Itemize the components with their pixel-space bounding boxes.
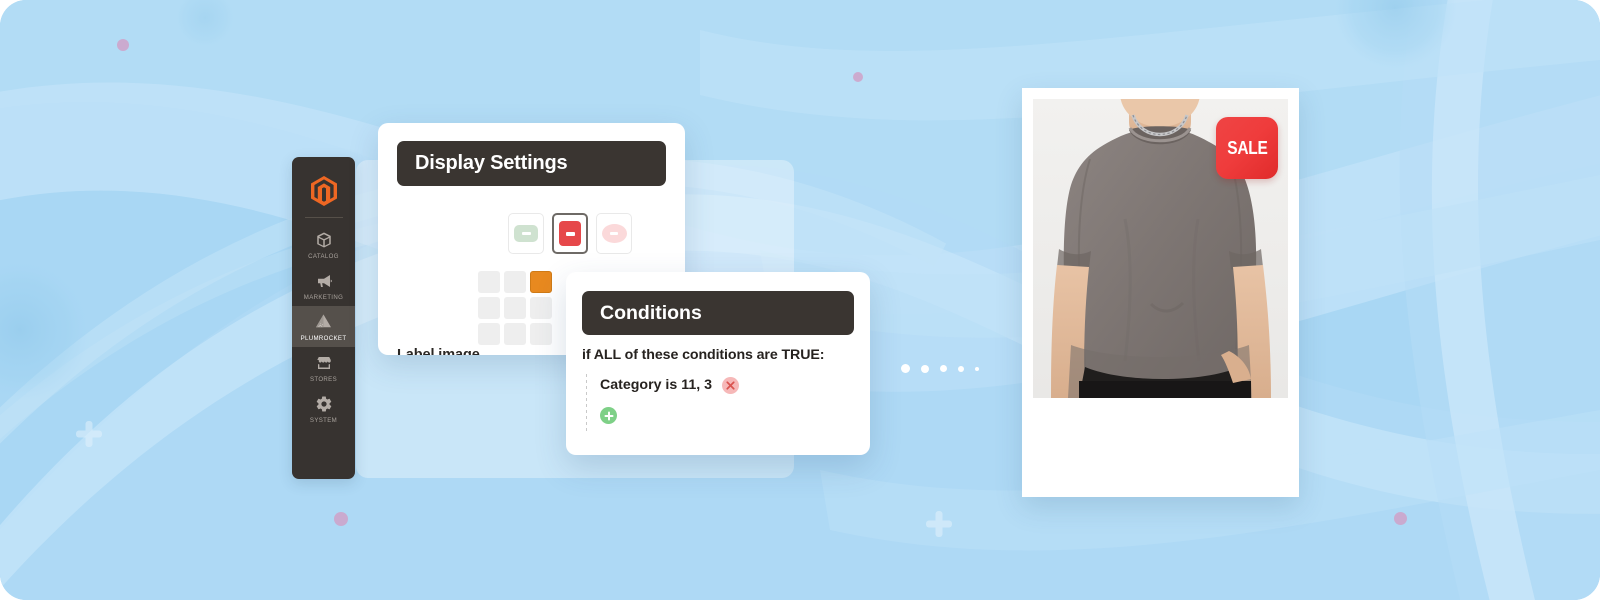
box-icon [314,230,334,250]
sidebar-item-label: SYSTEM [309,417,338,424]
carousel-dot[interactable] [940,365,947,372]
sidebar-item-label: CATALOG [308,253,339,260]
red-rect-label-swatch[interactable] [552,213,588,254]
condition-add-row [584,407,854,424]
gear-icon [314,394,334,414]
position-cell-top-right[interactable] [530,271,552,293]
delete-circle-icon[interactable] [721,376,739,394]
plus-decor-mid [926,511,952,537]
sale-badge: SALE [1216,117,1278,179]
product-photo: SALE [1033,99,1288,398]
red-rect-icon [559,221,581,246]
sidebar-item-stores[interactable]: STORES [292,347,355,388]
pink-dot-bottom-left [334,512,348,526]
position-cell-bottom-center[interactable] [504,323,526,345]
position-cell-bottom-left[interactable] [478,323,500,345]
display-settings-header: Display Settings [397,141,666,186]
sidebar-item-system[interactable]: SYSTEM [292,388,355,429]
green-rounded-rect-label-swatch[interactable] [508,213,544,254]
rocket-icon [314,312,334,332]
position-cell-middle-center[interactable] [504,297,526,319]
position-cell-bottom-right[interactable] [530,323,552,345]
conditions-header: Conditions [582,291,854,335]
pink-ellipse-icon [601,224,627,243]
sidebar-item-label: STORES [309,376,338,383]
conditions-panel: Conditions if ALL of these conditions ar… [566,272,870,455]
position-grid[interactable] [478,271,552,345]
tree-guide-line [586,374,587,432]
position-cell-middle-left[interactable] [478,297,500,319]
magento-admin-sidebar: CATALOG MARKETING PLUMROCKET STORES SYST… [292,157,355,479]
magento-logo[interactable] [292,167,355,215]
pink-ellipse-label-swatch[interactable] [596,213,632,254]
sale-badge-text: SALE [1226,137,1268,158]
sidebar-item-label: MARKETING [303,294,344,301]
carousel-dot[interactable] [901,364,910,373]
conditions-tree: Category is 11, 3 [584,372,854,432]
label-image-swatch-group [508,213,632,254]
conditions-intro-text: if ALL of these conditions are TRUE: [582,347,825,363]
pink-dot-bottom-right [1394,512,1407,525]
green-rounded-rect-icon [514,225,538,242]
sidebar-divider [304,217,343,218]
pink-dot-top-mid [853,72,863,82]
carousel-dot[interactable] [921,364,929,373]
page-stage: CATALOG MARKETING PLUMROCKET STORES SYST… [0,0,1600,600]
plus-decor-left [76,421,102,447]
megaphone-icon [314,271,334,291]
sidebar-item-plumrocket[interactable]: PLUMROCKET [292,306,355,347]
position-cell-top-center[interactable] [504,271,526,293]
store-icon [314,353,334,373]
condition-rule-text[interactable]: Category is 11, 3 [600,377,712,393]
condition-rule-row[interactable]: Category is 11, 3 [584,372,854,398]
carousel-dots[interactable] [901,364,979,373]
pink-dot-top-left [117,39,129,51]
add-circle-icon[interactable] [600,407,617,424]
product-card: SALE [1022,88,1299,497]
page-title: Display Settings [415,152,568,174]
label-image-label: Label image [397,347,480,355]
sidebar-item-label: PLUMROCKET [300,335,347,342]
label-image-row: Label image [397,347,480,355]
position-cell-top-left[interactable] [478,271,500,293]
carousel-dot[interactable] [958,365,964,372]
position-cell-middle-right[interactable] [530,297,552,319]
sidebar-item-marketing[interactable]: MARKETING [292,265,355,306]
sidebar-item-catalog[interactable]: CATALOG [292,224,355,265]
carousel-dot[interactable] [975,366,979,371]
conditions-title: Conditions [600,301,702,324]
